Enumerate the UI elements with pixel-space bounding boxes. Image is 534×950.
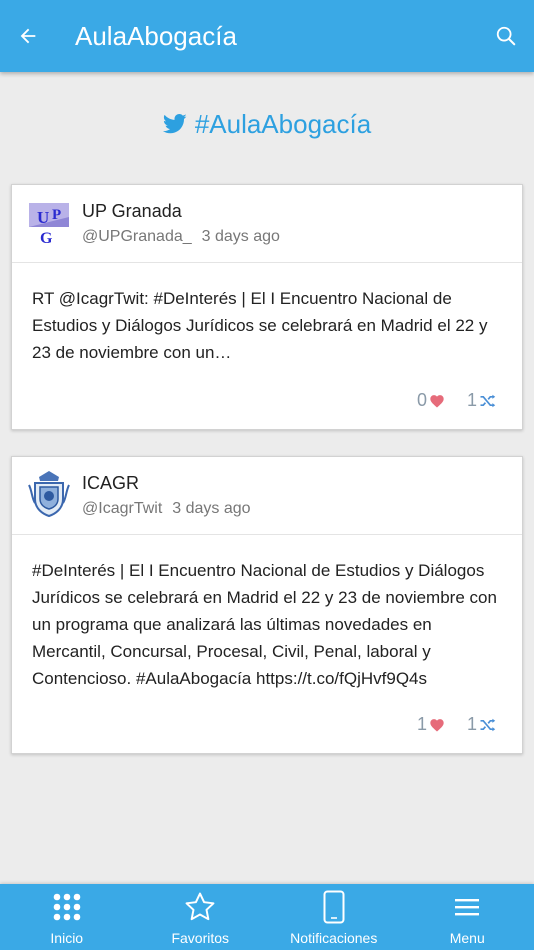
heart-icon xyxy=(430,719,444,732)
handle-text: @UPGranada_ xyxy=(82,228,192,245)
back-button[interactable] xyxy=(0,0,56,72)
feed-heading: #AulaAbogacía xyxy=(0,102,534,146)
icagr-crest xyxy=(28,471,70,517)
twitter-icon xyxy=(162,114,187,134)
tweet-time: 3 days ago xyxy=(201,228,280,245)
heart-icon xyxy=(430,395,444,408)
tweet-stats: 1 1 xyxy=(395,714,496,735)
like-button[interactable]: 0 xyxy=(417,390,445,411)
tweet-text: RT @IcagrTwit: #DeInterés | El I Encuent… xyxy=(32,289,488,362)
tweet-stats: 0 1 xyxy=(395,390,496,411)
retweet-button[interactable]: 1 xyxy=(467,390,496,411)
svg-text:G: G xyxy=(40,230,53,245)
tweet-header: U P G UP Granada @UPGranada_ 3 days ago xyxy=(12,185,522,263)
nav-label: Menu xyxy=(449,930,485,946)
nav-label: Notificaciones xyxy=(290,930,378,946)
shuffle-icon xyxy=(480,394,496,407)
retweet-button[interactable]: 1 xyxy=(467,714,496,735)
tweet-text: #DeInterés | El I Encuentro Nacional de … xyxy=(32,561,497,688)
svg-text:P: P xyxy=(52,207,61,223)
like-button[interactable]: 1 xyxy=(417,714,445,735)
bottom-nav: Inicio Favoritos Notificaciones Menu xyxy=(0,884,534,950)
star-icon xyxy=(185,892,215,921)
tweet-card[interactable]: U P G UP Granada @UPGranada_ 3 days ago R… xyxy=(11,184,523,430)
arrow-left-icon xyxy=(20,28,36,44)
tweet-card[interactable]: ICAGR @IcagrTwit 3 days ago #DeInterés | … xyxy=(11,456,523,754)
tweet-header: ICAGR @IcagrTwit 3 days ago xyxy=(12,457,522,535)
search-icon xyxy=(496,26,516,46)
grid-icon xyxy=(53,893,81,921)
like-count: 0 xyxy=(416,390,427,410)
phone-icon xyxy=(323,890,345,924)
handle-text: @IcagrTwit xyxy=(82,500,163,517)
app-bar: AulaAbogacía xyxy=(0,0,534,72)
tweet-author-name: UP Granada xyxy=(82,201,182,221)
nav-inicio[interactable]: Inicio xyxy=(0,884,134,950)
tweet-author-handle: @IcagrTwit 3 days ago xyxy=(82,500,251,518)
tweet-time: 3 days ago xyxy=(172,500,251,517)
search-button[interactable] xyxy=(478,0,534,72)
nav-label: Inicio xyxy=(50,930,84,946)
retweet-count: 1 xyxy=(466,390,477,410)
nav-favoritos[interactable]: Favoritos xyxy=(134,884,268,950)
shuffle-icon xyxy=(480,718,496,731)
app-title: AulaAbogacía xyxy=(75,20,237,51)
nav-notificaciones[interactable]: Notificaciones xyxy=(267,884,401,950)
tweet-author-name: ICAGR xyxy=(82,473,140,493)
hashtag-title: #AulaAbogacía xyxy=(194,108,372,139)
upg-logo: U P G xyxy=(29,203,69,245)
retweet-count: 1 xyxy=(466,714,477,734)
like-count: 1 xyxy=(416,714,427,734)
nav-label: Favoritos xyxy=(171,930,230,946)
tweet-author-handle: @UPGranada_ 3 days ago xyxy=(82,228,280,246)
nav-menu[interactable]: Menu xyxy=(401,884,534,950)
menu-icon xyxy=(455,899,480,916)
svg-text:U: U xyxy=(37,208,49,227)
